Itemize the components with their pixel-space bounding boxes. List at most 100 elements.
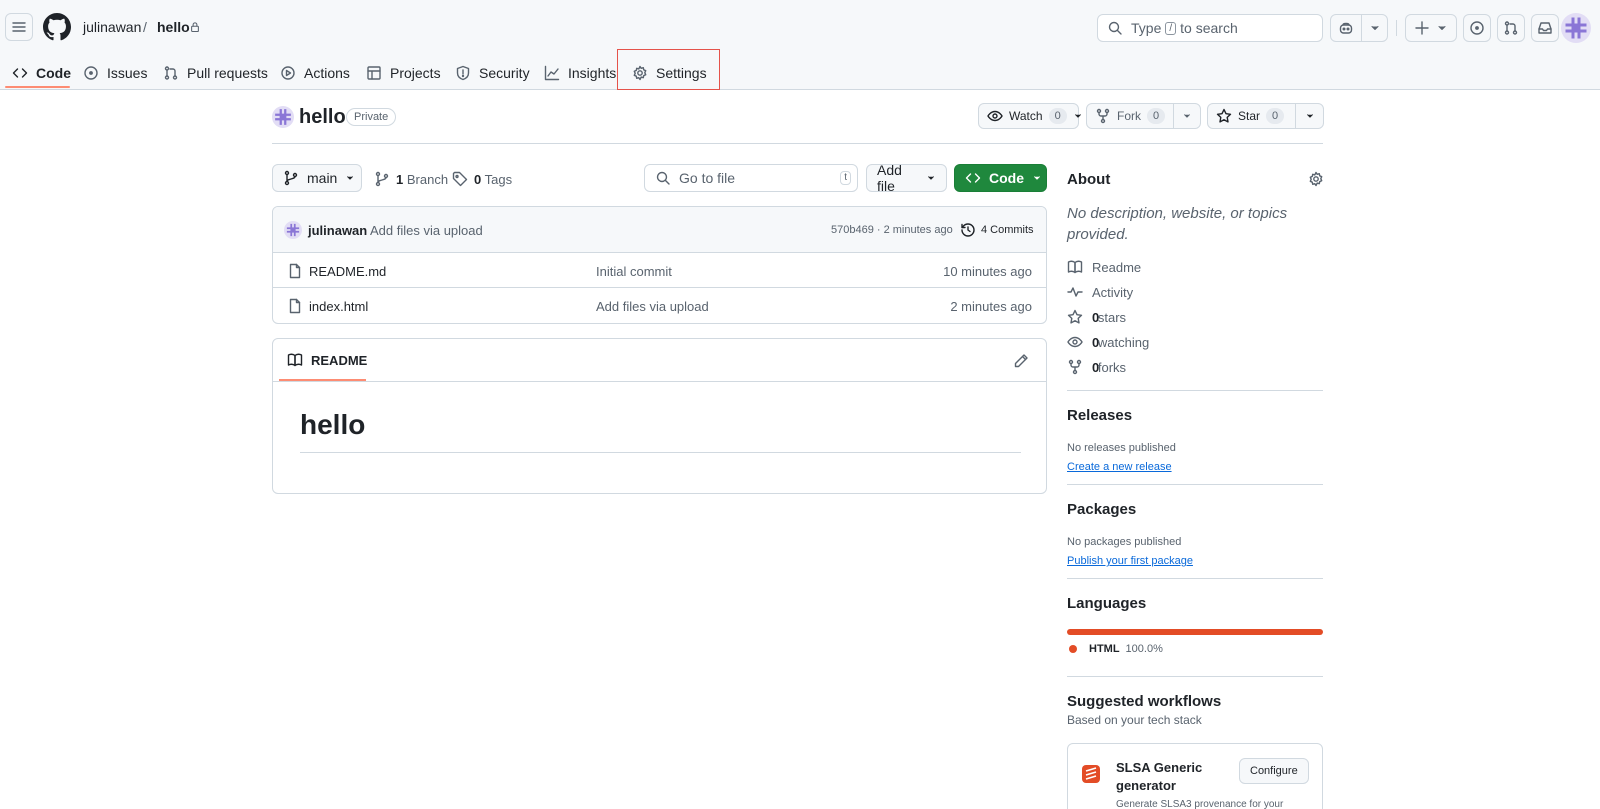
watch-button[interactable]: Watch 0 bbox=[978, 103, 1081, 129]
commit-message[interactable]: Add files via upload bbox=[370, 223, 483, 238]
divider bbox=[1067, 676, 1323, 677]
file-time: 10 minutes ago bbox=[943, 264, 1032, 279]
activity-link[interactable]: Activity bbox=[1067, 284, 1133, 300]
fork-button[interactable]: Fork 0 bbox=[1086, 103, 1201, 129]
table-row[interactable]: index.html Add files via upload 2 minute… bbox=[273, 288, 1046, 323]
github-logo-icon[interactable] bbox=[43, 13, 71, 41]
stars-label: stars bbox=[1097, 309, 1127, 325]
repo-owner-avatar bbox=[272, 106, 294, 128]
tab-security-label: Security bbox=[479, 65, 530, 81]
branch-icon bbox=[374, 171, 390, 187]
code-icon bbox=[12, 65, 28, 81]
tab-projects-label: Projects bbox=[390, 65, 441, 81]
gear-icon[interactable] bbox=[1308, 171, 1324, 187]
pull-request-icon bbox=[163, 65, 179, 81]
language-item[interactable]: HTML 100.0% bbox=[1067, 643, 1163, 655]
add-file-button[interactable]: Add file bbox=[866, 162, 947, 194]
file-commit-message[interactable]: Add files via upload bbox=[596, 299, 709, 314]
menu-icon[interactable] bbox=[5, 13, 33, 41]
chevron-down-icon bbox=[345, 170, 355, 186]
workflow-name-line2: generator bbox=[1116, 778, 1176, 793]
fork-icon bbox=[1095, 108, 1111, 124]
avatar[interactable] bbox=[284, 221, 302, 239]
configure-button[interactable]: Configure bbox=[1239, 758, 1309, 784]
tab-insights[interactable]: Insights bbox=[544, 56, 616, 90]
packages-title[interactable]: Packages bbox=[1067, 501, 1323, 518]
tab-code[interactable]: Code bbox=[12, 56, 71, 90]
code-icon bbox=[965, 170, 981, 186]
star-button[interactable]: Star 0 bbox=[1207, 103, 1324, 129]
tags-link[interactable]: 0 Tags bbox=[452, 171, 512, 187]
copilot-icon bbox=[1331, 20, 1361, 36]
lock-icon bbox=[189, 21, 201, 33]
readme-link[interactable]: Readme bbox=[1067, 259, 1141, 275]
stars-link[interactable]: 0 stars bbox=[1067, 309, 1126, 325]
latest-commit-bar: julinawan Add files via upload 570b469 ·… bbox=[273, 207, 1046, 253]
watching-link[interactable]: 0 watching bbox=[1067, 334, 1149, 350]
workflow-name[interactable]: SLSA Generic generator bbox=[1116, 759, 1202, 795]
inbox-icon[interactable] bbox=[1531, 14, 1559, 42]
breadcrumb-repo[interactable]: hello bbox=[157, 19, 190, 35]
tab-security[interactable]: Security bbox=[455, 56, 530, 90]
packages-empty: No packages published bbox=[1067, 536, 1182, 548]
pencil-icon[interactable] bbox=[1013, 353, 1029, 369]
tab-issues-label: Issues bbox=[107, 65, 148, 81]
commit-sha-time[interactable]: 570b469 · 2 minutes ago bbox=[831, 224, 953, 236]
file-name[interactable]: index.html bbox=[309, 299, 368, 314]
issue-icon bbox=[83, 65, 99, 81]
divider bbox=[1067, 578, 1323, 579]
watch-count: 0 bbox=[1048, 108, 1067, 124]
readme-link-label: Readme bbox=[1092, 259, 1142, 275]
file-icon bbox=[287, 263, 303, 279]
avatar[interactable] bbox=[1561, 13, 1591, 43]
tab-actions[interactable]: Actions bbox=[280, 56, 350, 90]
branch-selector[interactable]: main bbox=[272, 164, 362, 192]
breadcrumb-separator: / bbox=[143, 19, 147, 35]
pull-requests-icon[interactable] bbox=[1497, 14, 1525, 42]
issues-icon[interactable] bbox=[1463, 14, 1491, 42]
file-table: julinawan Add files via upload 570b469 ·… bbox=[272, 206, 1047, 324]
history-icon bbox=[960, 222, 976, 238]
chevron-down-icon[interactable] bbox=[1295, 104, 1323, 128]
commits-link[interactable]: 4 Commits bbox=[960, 222, 1034, 238]
workflow-card: SLSA Generic generator Configure Generat… bbox=[1067, 743, 1323, 809]
code-button-label: Code bbox=[989, 170, 1024, 186]
about-title: About bbox=[1067, 171, 1111, 188]
chevron-down-icon[interactable] bbox=[1361, 15, 1387, 41]
language-bar bbox=[1067, 629, 1323, 635]
tab-pull-requests[interactable]: Pull requests bbox=[163, 56, 268, 90]
table-icon bbox=[366, 65, 382, 81]
tab-issues[interactable]: Issues bbox=[83, 56, 147, 90]
language-color-dot bbox=[1069, 645, 1077, 653]
table-row[interactable]: README.md Initial commit 10 minutes ago bbox=[273, 253, 1046, 288]
go-to-file-input[interactable]: Go to file t bbox=[644, 164, 858, 192]
publish-package-link[interactable]: Publish your first package bbox=[1067, 555, 1193, 567]
go-to-file-placeholder: Go to file bbox=[679, 170, 736, 186]
language-name: HTML bbox=[1089, 643, 1120, 655]
file-name[interactable]: README.md bbox=[309, 264, 386, 279]
divider bbox=[1067, 484, 1323, 485]
chevron-down-icon bbox=[1073, 108, 1083, 124]
chevron-down-icon[interactable] bbox=[1173, 104, 1200, 128]
create-new-button[interactable] bbox=[1405, 14, 1457, 42]
tag-label: Tags bbox=[484, 171, 513, 187]
commit-author[interactable]: julinawan bbox=[308, 223, 367, 238]
releases-title[interactable]: Releases bbox=[1067, 407, 1323, 424]
branches-link[interactable]: 1 Branch bbox=[374, 171, 448, 187]
copilot-button[interactable] bbox=[1330, 14, 1388, 42]
go-to-file-shortcut: t bbox=[840, 171, 851, 185]
code-button[interactable]: Code bbox=[954, 164, 1047, 192]
create-release-link[interactable]: Create a new release bbox=[1067, 461, 1172, 473]
forks-link[interactable]: 0 forks bbox=[1067, 359, 1126, 375]
chevron-down-icon bbox=[1436, 20, 1448, 36]
workflows-subtitle: Based on your tech stack bbox=[1067, 713, 1202, 727]
readme-tab[interactable]: README bbox=[287, 352, 367, 368]
book-icon bbox=[287, 352, 303, 368]
file-commit-message[interactable]: Initial commit bbox=[596, 264, 672, 279]
repo-title[interactable]: hello bbox=[299, 106, 346, 128]
breadcrumb-owner[interactable]: julinawan bbox=[83, 19, 141, 35]
divider bbox=[273, 381, 1046, 382]
search-input[interactable]: Type / to search bbox=[1097, 14, 1323, 42]
tab-projects[interactable]: Projects bbox=[366, 56, 441, 90]
tab-insights-label: Insights bbox=[568, 65, 617, 81]
